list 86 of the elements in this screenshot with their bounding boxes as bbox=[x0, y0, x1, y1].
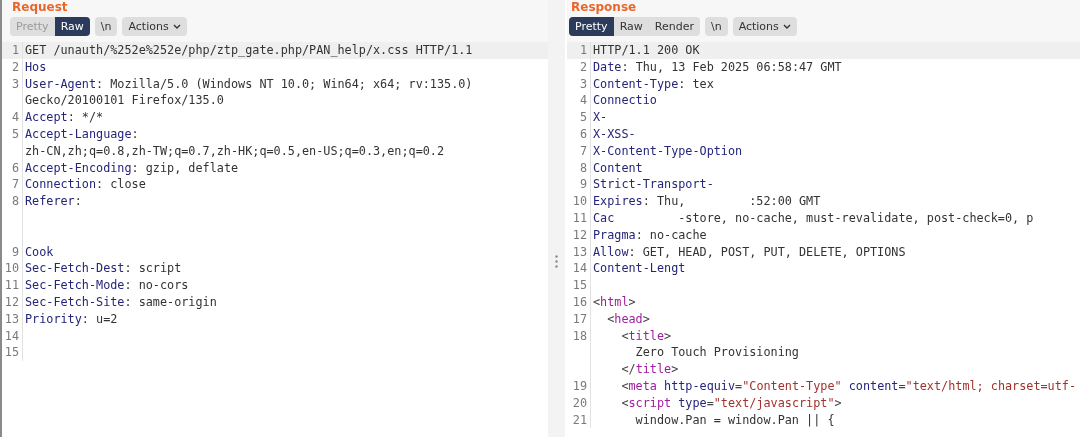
actions-button[interactable]: Actions bbox=[122, 17, 187, 36]
code-line: User-Agent: Mozilla/5.0 (Windows NT 10.0; Win64; x64; rv:135.0) bbox=[25, 75, 474, 93]
line-number: 3 bbox=[578, 75, 588, 93]
line-number: 2 bbox=[578, 58, 588, 76]
code-line: Content bbox=[593, 159, 644, 177]
code-line: GET /unauth/%252e%252e/php/ztp_gate.php/PAN_help/x.css HTTP/1.1 bbox=[25, 42, 474, 59]
panel-title: Request bbox=[11, 0, 69, 14]
code-line: Sec-Fetch-Mode: no-cors bbox=[25, 277, 190, 294]
line-number: 14 bbox=[571, 260, 588, 278]
code-line: Content-Type: tex bbox=[593, 75, 715, 93]
line-number: 10 bbox=[571, 193, 588, 210]
code-line: Hos bbox=[25, 58, 48, 76]
line-number: 13 bbox=[3, 310, 20, 328]
code-line: Cook bbox=[25, 243, 55, 261]
code-line: Accept-Encoding: gzip, deflate bbox=[25, 159, 240, 177]
line-number: 5 bbox=[10, 126, 20, 143]
line-number: 16 bbox=[571, 293, 588, 311]
code-line: </title> bbox=[620, 361, 680, 378]
code-line: Priority: u=2 bbox=[25, 310, 119, 328]
code-line: Sec-Fetch-Dest: script bbox=[25, 260, 183, 278]
code-line: <head> bbox=[606, 310, 651, 328]
code-line: Date: Thu, 13 Feb 2025 06:58:47 GMT bbox=[593, 58, 843, 76]
line-number: 11 bbox=[3, 277, 20, 294]
line-number: 9 bbox=[578, 176, 588, 194]
chevron-down-icon bbox=[782, 24, 791, 29]
code-line: Accept-Language: bbox=[25, 126, 140, 143]
line-number: 4 bbox=[10, 109, 20, 126]
line-number: 2 bbox=[10, 58, 20, 76]
line-number: 19 bbox=[571, 377, 588, 395]
code-line: Cac -store, no-cache, must-revalidate, post-check=0, p bbox=[593, 209, 1035, 227]
view-tab[interactable]: Raw bbox=[613, 17, 649, 36]
line-number: 7 bbox=[578, 142, 588, 160]
code-line: Content-Lengt bbox=[593, 260, 687, 278]
line-number: 15 bbox=[571, 277, 588, 294]
line-number: 6 bbox=[10, 159, 20, 177]
code-line: Referer: bbox=[25, 193, 83, 210]
view-tab[interactable]: Raw bbox=[54, 17, 90, 36]
line-number: 15 bbox=[3, 344, 20, 362]
code-line: Strict-Transport- bbox=[593, 176, 715, 194]
line-number: 10 bbox=[3, 260, 20, 278]
line-number: 6 bbox=[578, 126, 588, 143]
line-number: 13 bbox=[571, 243, 588, 261]
line-number: 20 bbox=[571, 394, 588, 412]
code-line: Gecko/20100101 Firefox/135.0 bbox=[25, 92, 225, 110]
code-line: Pragma: no-cache bbox=[593, 226, 708, 244]
code-line: Allow: GET, HEAD, POST, PUT, DELETE, OPTIONS bbox=[593, 243, 907, 261]
code-line: X-Content-Type-Option bbox=[593, 142, 744, 160]
line-number: 8 bbox=[578, 159, 588, 177]
code-line: Expires: Thu, :52:00 GMT bbox=[593, 193, 822, 210]
chevron-down-icon bbox=[172, 24, 181, 29]
line-number: 1 bbox=[10, 42, 20, 59]
code-line: X- bbox=[593, 109, 609, 126]
view-tab[interactable]: Render bbox=[648, 17, 700, 36]
code-line: zh-CN,zh;q=0.8,zh-TW;q=0.7,zh-HK;q=0.5,en-US;q=0.3,en;q=0.2 bbox=[25, 142, 446, 160]
line-number: 9 bbox=[10, 243, 20, 261]
code-line: Connection: close bbox=[25, 176, 147, 194]
line-number: 12 bbox=[3, 293, 20, 311]
line-number: 4 bbox=[578, 92, 588, 110]
newline-button[interactable]: \n bbox=[94, 17, 118, 36]
code-line: <title> bbox=[620, 327, 673, 345]
panel-title: Response bbox=[570, 0, 638, 14]
line-number: 5 bbox=[578, 109, 588, 126]
code-line: <meta http-equiv="Content-Type" content="text/html; charset=utf- bbox=[620, 377, 1078, 395]
code-line: Zero Touch Provisioning bbox=[634, 344, 800, 362]
line-number: 7 bbox=[10, 176, 20, 194]
line-number: 18 bbox=[571, 327, 588, 345]
code-line: Accept: */* bbox=[25, 109, 105, 126]
view-tab[interactable]: Pretty bbox=[569, 17, 614, 36]
newline-button[interactable]: \n bbox=[704, 17, 728, 36]
drag-handle-icon[interactable] bbox=[555, 255, 558, 268]
code-line: window.Pan = window.Pan || { bbox=[634, 411, 836, 429]
code-line: Connectio bbox=[593, 92, 658, 110]
line-number: 11 bbox=[571, 209, 588, 227]
code-line: HTTP/1.1 200 OK bbox=[593, 42, 701, 59]
code-line: <html> bbox=[593, 293, 637, 311]
line-number: 17 bbox=[571, 310, 588, 328]
code-line: X-XSS- bbox=[593, 126, 637, 143]
line-number: 21 bbox=[571, 411, 588, 429]
line-number: 3 bbox=[10, 75, 20, 93]
line-number: 8 bbox=[10, 193, 20, 211]
actions-button[interactable]: Actions bbox=[732, 17, 797, 36]
line-number: 14 bbox=[3, 327, 20, 345]
code-line: <script type="text/javascript"> bbox=[620, 394, 843, 412]
code-line: Sec-Fetch-Site: same-origin bbox=[25, 293, 218, 311]
line-number: 1 bbox=[578, 42, 588, 59]
line-number: 12 bbox=[571, 226, 588, 244]
